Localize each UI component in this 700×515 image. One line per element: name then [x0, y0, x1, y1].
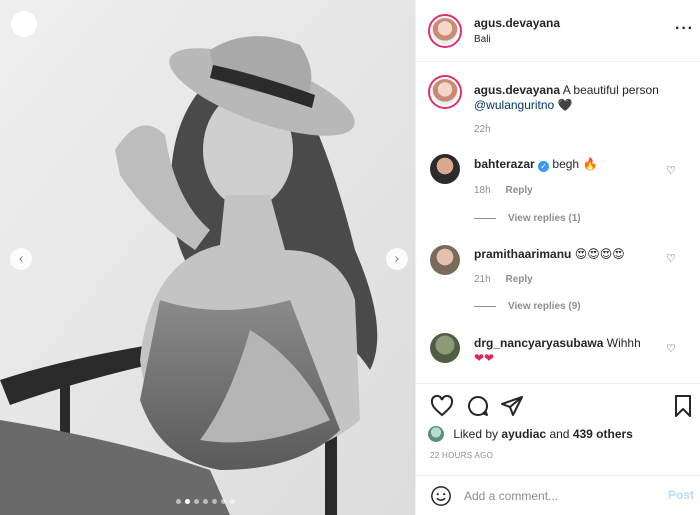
pager-dot-active [185, 499, 190, 504]
view-replies-button[interactable]: View replies (9) [474, 301, 581, 312]
divider-line [474, 217, 496, 219]
bookmark-icon[interactable] [671, 394, 695, 418]
comment-meta: 21h Reply [474, 274, 545, 285]
author-avatar[interactable] [428, 14, 462, 48]
comment-timestamp: 21h [474, 274, 491, 285]
heart-outline-icon[interactable] [430, 394, 454, 418]
post-timestamp[interactable]: 22 HOURS AGO [430, 451, 493, 460]
post-photo[interactable]: ‹ › [0, 0, 415, 515]
pager-dot [230, 499, 235, 504]
caption-timestamp: 22h [474, 124, 491, 135]
commenter-avatar[interactable] [430, 333, 460, 363]
speech-bubble-icon[interactable] [466, 394, 490, 418]
fire-emoji: 🔥 [582, 157, 598, 171]
comment-input[interactable] [464, 485, 654, 507]
pager-dot [194, 499, 199, 504]
carousel-indicator [11, 11, 37, 37]
comment-body: Wihhh [606, 336, 641, 350]
likes-conjunction: and [549, 427, 570, 441]
verified-badge-icon: ✓ [538, 161, 550, 172]
post-actions: Liked by ayudiac and 439 others 22 HOURS… [416, 383, 700, 475]
post-location[interactable]: Bali [474, 34, 491, 45]
likes-prefix: Liked by [453, 427, 499, 441]
caption-body: A beautiful person [562, 83, 659, 97]
black-heart-emoji: 🖤 [557, 98, 573, 112]
photo-illustration [0, 0, 415, 515]
caption-mention[interactable]: @wulanguritno [474, 98, 554, 112]
comment-text: bahterazar ✓ begh 🔥 [474, 157, 664, 172]
caption-avatar[interactable] [428, 75, 462, 109]
post-header: agus.devayana Bali ··· [416, 0, 700, 62]
reply-button[interactable]: Reply [505, 274, 532, 285]
post-side-panel: agus.devayana Bali ··· agus.devayana A b… [415, 0, 700, 515]
commenter-avatar[interactable] [430, 154, 460, 184]
liker-username[interactable]: ayudiac [501, 427, 546, 441]
pager-dot [221, 499, 226, 504]
comment-text: drg_nancyaryasubawa Wihhh ❤❤ [474, 336, 664, 366]
previous-arrow-icon[interactable]: ‹ [10, 248, 32, 270]
caption-username[interactable]: agus.devayana [474, 83, 560, 97]
comment-like-heart-icon[interactable]: ♡ [666, 342, 676, 355]
comment-username[interactable]: bahterazar [474, 157, 535, 171]
liker-avatar[interactable] [428, 426, 444, 442]
smiley-icon[interactable] [430, 485, 452, 507]
likes-others-count[interactable]: 439 others [573, 427, 633, 441]
comment-like-heart-icon[interactable]: ♡ [666, 252, 676, 265]
pager-dot [176, 499, 181, 504]
pager-dot [203, 499, 208, 504]
carousel-pager [176, 499, 235, 504]
commenter-avatar[interactable] [430, 245, 460, 275]
caption-text: agus.devayana A beautiful person @wulang… [474, 83, 689, 113]
comments-list[interactable]: agus.devayana A beautiful person @wulang… [416, 63, 700, 383]
comment-like-heart-icon[interactable]: ♡ [666, 164, 676, 177]
view-replies-button[interactable]: View replies (1) [474, 213, 581, 224]
divider-line [474, 305, 496, 307]
comment-text: pramithaarimanu 😍😍😍😍 [474, 247, 664, 262]
post-comment-button[interactable]: Post [668, 488, 694, 502]
likes-summary: Liked by ayudiac and 439 others [428, 426, 633, 442]
comment-username[interactable]: drg_nancyaryasubawa [474, 336, 603, 350]
heart-eyes-emoji: 😍😍😍😍 [574, 247, 625, 261]
paper-plane-icon[interactable] [500, 394, 524, 418]
red-heart-emoji: ❤❤ [474, 351, 495, 365]
three-dots-icon[interactable]: ··· [675, 20, 694, 38]
comment-meta: 18h Reply [474, 185, 545, 196]
comment-composer: Post [416, 475, 700, 515]
reply-button[interactable]: Reply [505, 185, 532, 196]
author-username[interactable]: agus.devayana [474, 16, 560, 30]
next-arrow-icon[interactable]: › [386, 248, 408, 270]
pager-dot [212, 499, 217, 504]
comment-timestamp: 18h [474, 185, 491, 196]
comment-username[interactable]: pramithaarimanu [474, 247, 571, 261]
comment-body: begh [552, 157, 580, 171]
